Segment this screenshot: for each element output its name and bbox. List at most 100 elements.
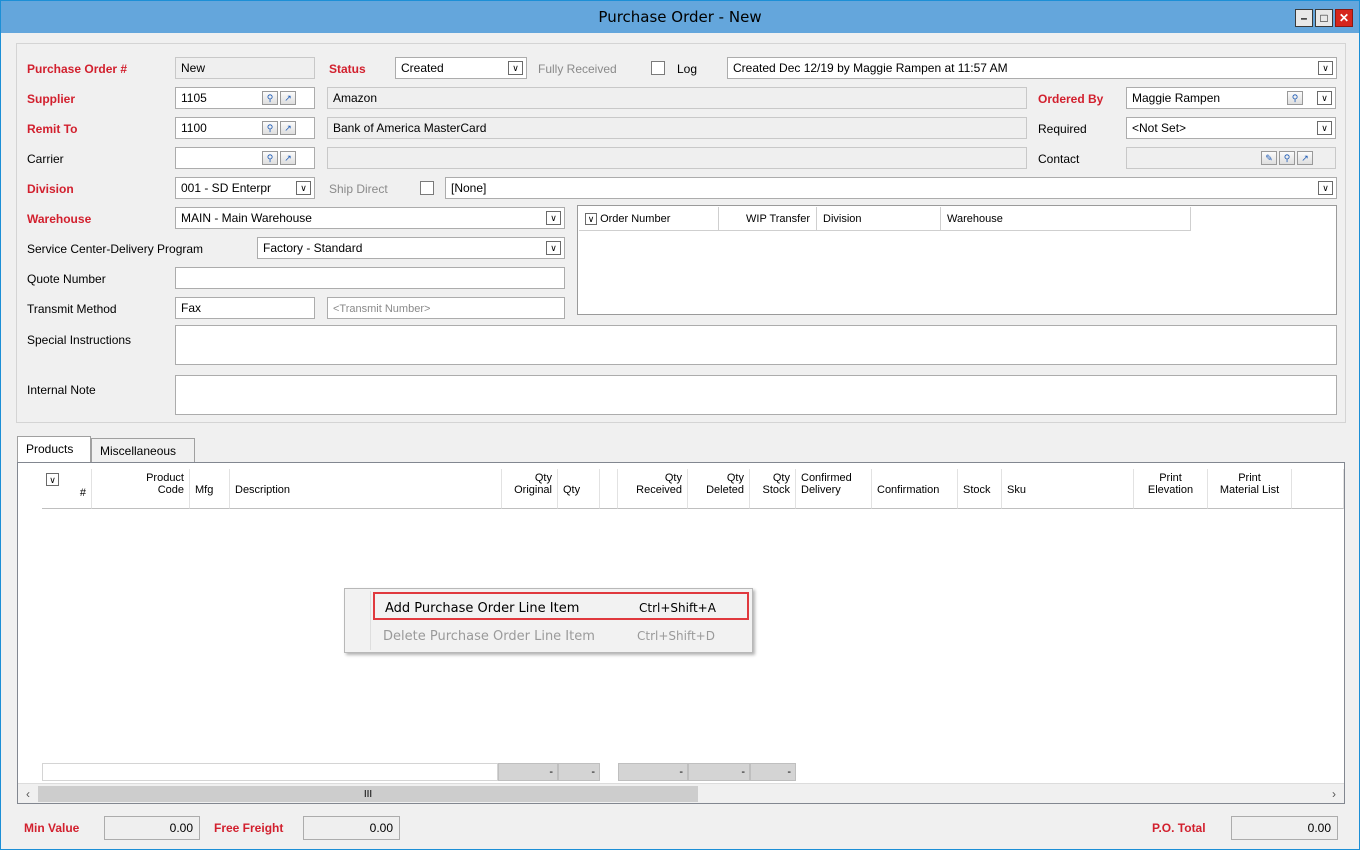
summary-cell: -: [498, 763, 558, 781]
scroll-left-icon[interactable]: ‹: [20, 786, 36, 802]
minimize-button[interactable]: –: [1295, 9, 1313, 27]
grid-col-label: Qty: [534, 472, 552, 484]
title-bar[interactable]: Purchase Order - New – □ ✕: [1, 1, 1359, 33]
menu-item-shortcut: Ctrl+Shift+A: [639, 601, 716, 615]
grid-col-print-material-list[interactable]: Print Material List: [1208, 469, 1292, 509]
carrier-code-field[interactable]: ⚲ ↗: [175, 147, 315, 169]
grid-col-product-code[interactable]: Product Code: [92, 469, 190, 509]
service-center-select[interactable]: Factory - Standard ∨: [257, 237, 565, 259]
wip-col-wip-transfer[interactable]: WIP Transfer: [719, 207, 817, 231]
special-instructions-input[interactable]: [175, 325, 1337, 365]
grid-col-mfg[interactable]: Mfg: [190, 469, 230, 509]
supplier-label: Supplier: [27, 92, 76, 106]
grid-col-qty-original[interactable]: Qty Original: [502, 469, 558, 509]
menu-item-delete-line-item[interactable]: Delete Purchase Order Line Item Ctrl+Shi…: [373, 622, 749, 650]
grid-col-qty-deleted[interactable]: Qty Deleted: [688, 469, 750, 509]
scroll-thumb[interactable]: III: [38, 786, 698, 802]
required-label: Required: [1038, 122, 1087, 136]
grid-col-confirmed-delivery[interactable]: Confirmed Delivery: [796, 469, 872, 509]
new-contact-icon[interactable]: ✎: [1261, 151, 1277, 165]
grid-col-label: Print: [1159, 472, 1182, 484]
grid-col-stock[interactable]: Stock: [958, 469, 1002, 509]
status-select[interactable]: Created ∨: [395, 57, 527, 79]
search-icon[interactable]: ⚲: [262, 151, 278, 165]
chevron-down-icon[interactable]: ∨: [1317, 91, 1332, 105]
supplier-code-field[interactable]: 1105 ⚲ ↗: [175, 87, 315, 109]
chevron-down-icon[interactable]: ∨: [1317, 121, 1332, 135]
wip-col-warehouse[interactable]: Warehouse: [941, 207, 1191, 231]
grid-col-number[interactable]: ∨ #: [42, 469, 92, 509]
fully-received-checkbox[interactable]: [651, 61, 665, 75]
search-icon[interactable]: ⚲: [262, 91, 278, 105]
grid-col-label: Confirmation: [877, 484, 940, 496]
ship-direct-label: Ship Direct: [329, 182, 388, 196]
grid-col-qty-received[interactable]: Qty Received: [618, 469, 688, 509]
tab-miscellaneous[interactable]: Miscellaneous: [91, 438, 195, 462]
grid-col-label: Sku: [1007, 484, 1026, 496]
status-label: Status: [329, 62, 366, 76]
transmit-number-input[interactable]: <Transmit Number>: [327, 297, 565, 319]
grid-col-overflow[interactable]: [1292, 469, 1344, 509]
division-select[interactable]: 001 - SD Enterpr ∨: [175, 177, 315, 199]
transmit-method-input[interactable]: Fax: [175, 297, 315, 319]
log-select[interactable]: Created Dec 12/19 by Maggie Rampen at 11…: [727, 57, 1337, 79]
ship-direct-select[interactable]: [None] ∨: [445, 177, 1337, 199]
window-title: Purchase Order - New: [598, 8, 762, 26]
maximize-button[interactable]: □: [1315, 9, 1333, 27]
quote-number-input[interactable]: [175, 267, 565, 289]
scroll-right-icon[interactable]: ›: [1326, 786, 1342, 802]
grid-col-sku[interactable]: Sku: [1002, 469, 1134, 509]
chevron-down-icon[interactable]: ∨: [585, 213, 597, 226]
grid-col-qty[interactable]: Qty: [558, 469, 600, 509]
lookup-icon[interactable]: ↗: [1297, 151, 1313, 165]
chevron-down-icon[interactable]: ∨: [508, 61, 523, 75]
tab-products[interactable]: Products: [17, 436, 91, 462]
chevron-down-icon[interactable]: ∨: [546, 241, 561, 255]
context-menu: Add Purchase Order Line Item Ctrl+Shift+…: [344, 588, 753, 653]
supplier-code: 1105: [181, 91, 207, 105]
warehouse-select[interactable]: MAIN - Main Warehouse ∨: [175, 207, 565, 229]
chevron-down-icon[interactable]: ∨: [46, 473, 59, 486]
grid-col-label: Stock: [963, 484, 991, 496]
wip-transfer-grid[interactable]: ∨ Order Number WIP Transfer Division War…: [577, 205, 1337, 315]
search-icon[interactable]: ⚲: [262, 121, 278, 135]
grid-col-label: Delivery: [801, 484, 841, 496]
grid-col-label: Description: [235, 484, 291, 496]
lookup-icon[interactable]: ↗: [280, 121, 296, 135]
chevron-down-icon[interactable]: ∨: [296, 181, 311, 195]
horizontal-scrollbar[interactable]: ‹ III ›: [18, 783, 1344, 803]
log-label: Log: [677, 62, 698, 76]
wip-col-division[interactable]: Division: [817, 207, 941, 231]
grid-col-print-elevation[interactable]: Print Elevation: [1134, 469, 1208, 509]
supplier-name-field: Amazon: [327, 87, 1027, 109]
search-icon[interactable]: ⚲: [1279, 151, 1295, 165]
lookup-icon[interactable]: ↗: [280, 91, 296, 105]
remit-to-code-field[interactable]: 1100 ⚲ ↗: [175, 117, 315, 139]
search-icon[interactable]: ⚲: [1287, 91, 1303, 105]
grid-col-confirmation[interactable]: Confirmation: [872, 469, 958, 509]
grid-col-spacer: [600, 469, 618, 509]
ordered-by-select[interactable]: Maggie Rampen ⚲ ∨: [1126, 87, 1336, 109]
grid-col-label: Elevation: [1147, 484, 1194, 496]
po-number-label: Purchase Order #: [27, 62, 128, 76]
chevron-down-icon[interactable]: ∨: [546, 211, 561, 225]
po-total-label: P.O. Total: [1152, 821, 1206, 835]
required-select[interactable]: <Not Set> ∨: [1126, 117, 1336, 139]
internal-note-input[interactable]: [175, 375, 1337, 415]
wip-col-order-number[interactable]: ∨ Order Number: [579, 207, 719, 231]
grid-col-description[interactable]: Description: [230, 469, 502, 509]
transmit-number-placeholder: <Transmit Number>: [333, 303, 431, 315]
contact-field[interactable]: ✎ ⚲ ↗: [1126, 147, 1336, 169]
ship-direct-checkbox[interactable]: [420, 181, 434, 195]
menu-item-add-line-item[interactable]: Add Purchase Order Line Item Ctrl+Shift+…: [373, 592, 749, 620]
grid-col-qty-stock[interactable]: Qty Stock: [750, 469, 796, 509]
quote-number-label: Quote Number: [27, 272, 106, 286]
chevron-down-icon[interactable]: ∨: [1318, 61, 1333, 75]
internal-note-label: Internal Note: [27, 383, 96, 397]
service-center-label: Service Center-Delivery Program: [27, 242, 204, 256]
chevron-down-icon[interactable]: ∨: [1318, 181, 1333, 195]
close-button[interactable]: ✕: [1335, 9, 1353, 27]
ordered-by-label: Ordered By: [1038, 92, 1104, 106]
menu-item-label: Delete Purchase Order Line Item: [383, 629, 595, 644]
lookup-icon[interactable]: ↗: [280, 151, 296, 165]
